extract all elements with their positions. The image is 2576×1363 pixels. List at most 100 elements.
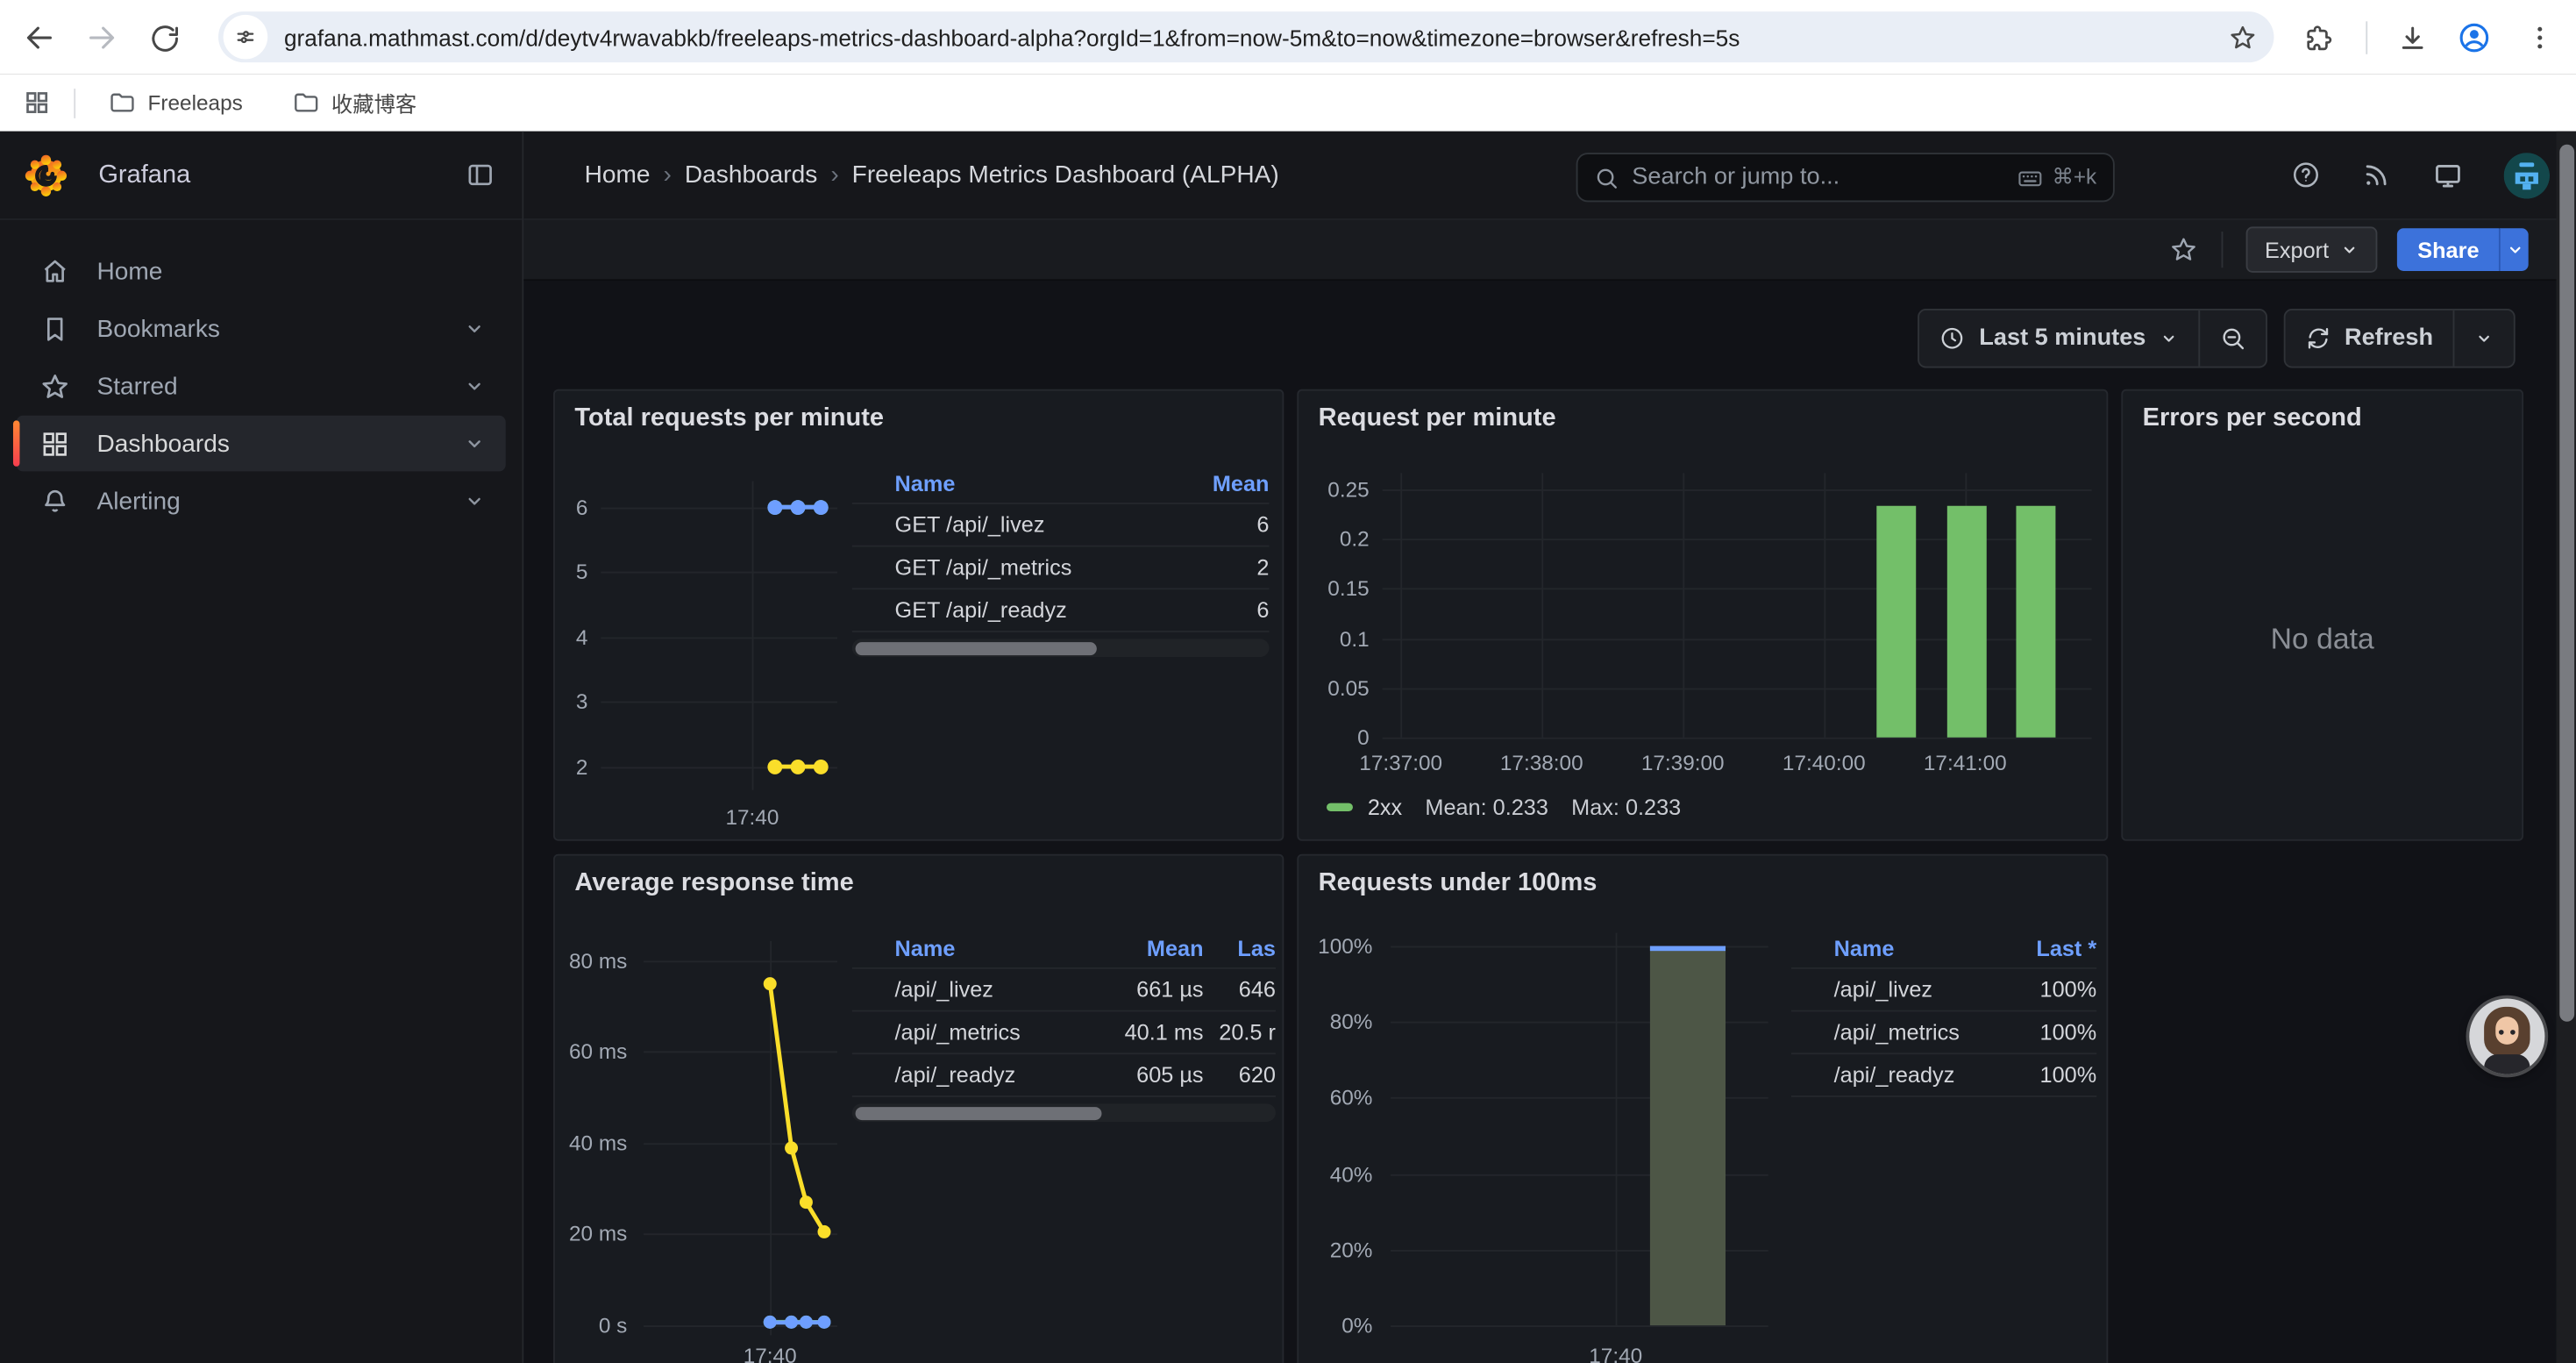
panel-title[interactable]: Request per minute [1319,404,1556,434]
legend-inline[interactable]: 2xx Mean: 0.233 Max: 0.233 [1327,795,1681,819]
extensions-icon[interactable] [2297,18,2337,58]
user-avatar[interactable] [2504,152,2550,197]
legend-row[interactable]: /api/_readyz100% [1791,1054,2096,1097]
panel-average-response-time: Average response time 80 ms60 ms40 ms20 … [553,854,1284,1363]
bookmarks-divider [74,88,75,118]
legend-row[interactable]: /api/_metrics100% [1791,1011,2096,1054]
sidebar-item-bookmarks[interactable]: Bookmarks [17,301,506,357]
legend-table[interactable]: NameLast */api/_livez100%/api/_metrics10… [1791,930,2096,1097]
address-bar[interactable]: grafana.mathmast.com/d/deytv4rwavabkb/fr… [218,11,2274,62]
y-axis: 80 ms60 ms40 ms20 ms0 s [555,941,634,1335]
share-menu-button[interactable] [2499,228,2529,271]
chevron-down-icon[interactable] [463,375,486,397]
plot-area[interactable] [1391,933,1768,1326]
monitor-icon[interactable] [2431,159,2464,191]
back-icon[interactable] [19,18,59,58]
legend-header-cell[interactable]: Name [895,936,1102,960]
favorite-star-icon[interactable] [2169,235,2199,265]
breadcrumb-separator: › [830,161,838,189]
legend-row[interactable]: /api/_livez100% [1791,969,2096,1012]
refresh-interval-button[interactable] [2453,310,2514,367]
chevron-down-icon[interactable] [463,317,486,339]
series-name: GET /api/_livez [895,512,1185,537]
site-settings-icon[interactable] [224,15,268,60]
scrollbar-thumb[interactable] [2558,145,2573,1022]
legend-header-cell[interactable]: Las [1204,936,1276,960]
panel-title[interactable]: Average response time [574,869,853,899]
plot-area[interactable] [1383,473,2092,737]
bookmark-folder-label: 收藏博客 [331,87,416,118]
x-axis: 17:40 [601,805,837,831]
legend-header: NameLast * [1791,930,2096,969]
legend-scrollbar-thumb[interactable] [856,1106,1101,1119]
legend-row[interactable]: /api/_livez661 µs646 [852,969,1276,1012]
panel-title[interactable]: Total requests per minute [574,404,884,434]
series-max: Max: 0.233 [1571,795,1681,819]
legend-header-cell[interactable]: Name [1834,936,2005,960]
legend-header-cell[interactable]: Name [895,471,1185,496]
help-icon[interactable] [2290,160,2322,191]
no-data-message: No data [2123,440,2522,839]
news-rss-icon[interactable] [2361,160,2393,191]
refresh-group: Refresh [2284,309,2516,368]
search-input[interactable]: Search or jump to... ⌘+k [1576,153,2115,202]
bookmark-folder-freeleaps[interactable]: Freeleaps [96,82,256,124]
floating-assistant-avatar[interactable] [2469,998,2544,1074]
sidebar-item-alerting[interactable]: Alerting [17,473,506,529]
legend-row[interactable]: GET /api/_metrics2 [852,547,1270,590]
bookmark-folder-blogs[interactable]: 收藏博客 [279,81,430,125]
browser-menu-icon[interactable] [2520,18,2559,58]
zoom-out-button[interactable] [2198,310,2266,367]
series-value: 100% [2004,977,2096,1002]
breadcrumb-current: Freeleaps Metrics Dashboard (ALPHA) [852,161,1279,189]
gridline [1541,473,1543,737]
panel-title[interactable]: Errors per second [2143,404,2362,434]
downloads-icon[interactable] [2392,18,2431,58]
y-tick-label: 0% [1341,1313,1372,1338]
page-scrollbar[interactable] [2557,132,2576,1363]
legend-row[interactable]: GET /api/_livez6 [852,504,1270,547]
panel-title[interactable]: Requests under 100ms [1319,869,1598,899]
sidebar-item-starred[interactable]: Starred [17,358,506,414]
bar [1650,946,1726,1325]
chevron-down-icon[interactable] [463,432,486,454]
bookmark-star-icon[interactable] [2228,22,2258,52]
refresh-button[interactable]: Refresh [2286,310,2453,367]
plot-area[interactable] [644,941,837,1335]
time-range-picker[interactable]: Last 5 minutes [1920,310,2198,367]
bookmarks-bar: Freeleaps 收藏博客 [0,74,2576,132]
legend-scrollbar-thumb[interactable] [856,641,1098,654]
y-tick-label: 3 [576,689,588,714]
legend-table[interactable]: NameMean GET /api/_livez6GET /api/_metric… [852,465,1270,657]
legend-scrollbar[interactable] [852,1103,1276,1122]
url-text[interactable]: grafana.mathmast.com/d/deytv4rwavabkb/fr… [284,24,2228,50]
legend-row[interactable]: GET /api/_readyz6 [852,589,1270,632]
legend-table[interactable]: NameMeanLas/api/_livez661 µs646/api/_met… [852,930,1276,1122]
y-tick-label: 40 ms [569,1131,627,1155]
legend-header-cell[interactable]: Mean [1101,936,1203,960]
sidebar-item-home[interactable]: Home [17,243,506,299]
legend-row[interactable]: /api/_readyz605 µs620 [852,1054,1276,1097]
legend-scrollbar[interactable] [852,639,1270,657]
sidebar-item-label: Bookmarks [96,315,219,343]
browser-toolbar: grafana.mathmast.com/d/deytv4rwavabkb/fr… [0,0,2576,74]
grafana-logo[interactable] [23,152,68,197]
chevron-down-icon[interactable] [463,489,486,512]
plot-area[interactable] [601,482,837,790]
legend-header-cell[interactable]: Last * [2004,936,2096,960]
sidebar-toggle-icon[interactable] [465,160,496,191]
breadcrumb-home[interactable]: Home [585,161,651,189]
forward-icon[interactable] [82,18,122,58]
profile-icon[interactable] [2454,18,2494,58]
legend-row[interactable]: /api/_metrics40.1 ms20.5 r [852,1011,1276,1054]
export-button[interactable]: Export [2246,226,2378,272]
y-tick-label: 0.1 [1340,626,1370,651]
reload-icon[interactable] [145,18,184,58]
sidebar-item-dashboards[interactable]: Dashboards [17,416,506,472]
brand-name[interactable]: Grafana [98,161,190,190]
legend-header-cell[interactable]: Mean [1184,471,1269,496]
apps-grid-icon[interactable] [23,89,51,117]
panel-total-requests: Total requests per minute 65432 17:40 Na… [553,389,1284,841]
share-button[interactable]: Share [2398,228,2499,271]
breadcrumb-dashboards[interactable]: Dashboards [685,161,817,189]
